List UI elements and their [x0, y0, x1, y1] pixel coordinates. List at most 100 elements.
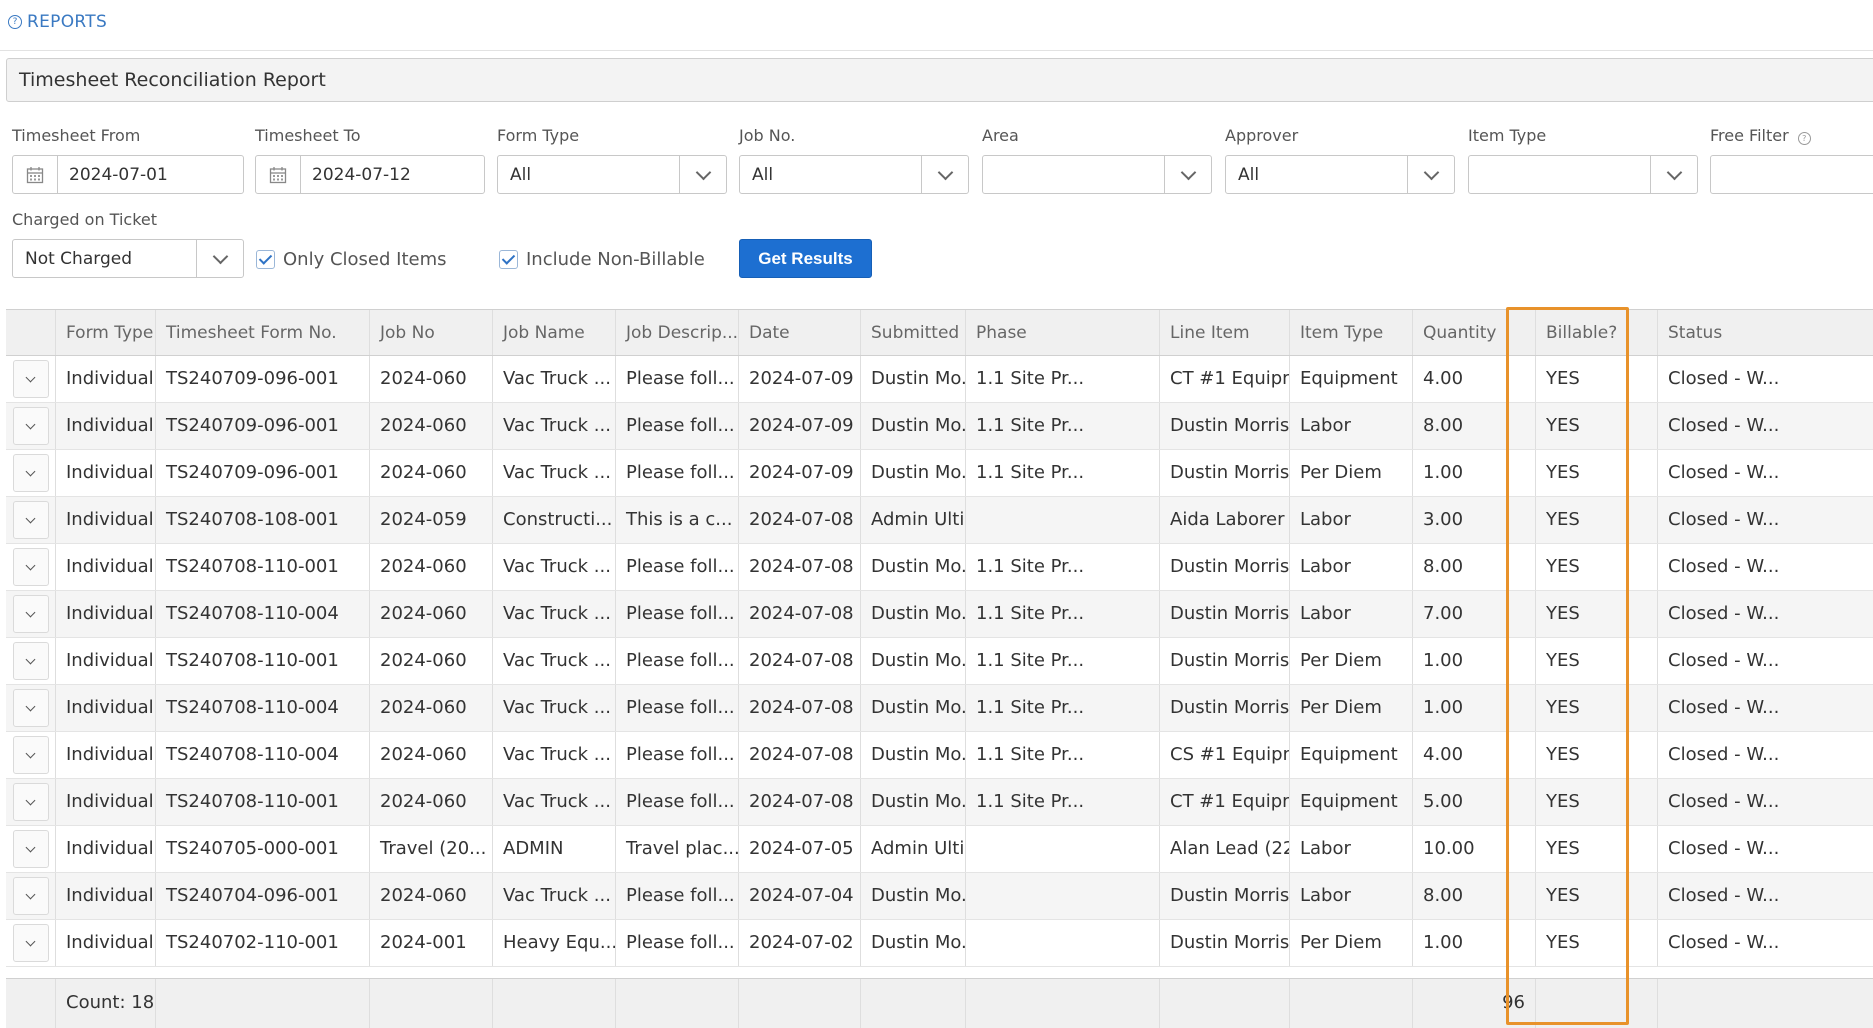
- breadcrumb: ? REPORTS: [8, 12, 107, 32]
- expand-row-button[interactable]: [12, 407, 49, 445]
- cell-form-type: Individual ...: [56, 638, 156, 684]
- column-header-line-item[interactable]: Line Item: [1160, 310, 1290, 355]
- cell-job-no: 2024-060: [370, 403, 493, 449]
- approver-select[interactable]: All: [1225, 155, 1455, 194]
- cell-job-no: Travel (20...: [370, 826, 493, 872]
- cell-item-type: Labor: [1290, 403, 1413, 449]
- column-header-item-type[interactable]: Item Type: [1290, 310, 1413, 355]
- expand-row-button[interactable]: [12, 548, 49, 586]
- cell-phase: 1.1 Site Pr...: [966, 450, 1160, 496]
- job-no-select[interactable]: All: [739, 155, 969, 194]
- table-row[interactable]: Individual ...TS240705-000-001Travel (20…: [6, 826, 1873, 873]
- expand-row-button[interactable]: [12, 830, 49, 868]
- chevron-down-icon[interactable]: [679, 156, 726, 193]
- free-filter-input[interactable]: [1710, 155, 1873, 194]
- cell-job-description: Please foll...: [616, 591, 739, 637]
- cell-submitted-by: Admin Ulti...: [861, 497, 966, 543]
- include-non-billable-option[interactable]: Include Non-Billable: [499, 249, 705, 270]
- checkmark-icon: [258, 251, 273, 265]
- table-row[interactable]: Individual ...TS240709-096-0012024-060Va…: [6, 403, 1873, 450]
- cell-line-item: CT #1 Equipment Desc...: [1160, 779, 1290, 825]
- cell-submitted-by: Dustin Mo...: [861, 403, 966, 449]
- expand-row-button[interactable]: [12, 924, 49, 962]
- expand-row-button[interactable]: [12, 877, 49, 915]
- chevron-down-icon[interactable]: [196, 240, 243, 277]
- column-header-job-no[interactable]: Job No: [370, 310, 493, 355]
- breadcrumb-reports-link[interactable]: REPORTS: [27, 12, 107, 32]
- cell-phase: 1.1 Site Pr...: [966, 638, 1160, 684]
- table-row[interactable]: Individual ...TS240708-110-0042024-060Va…: [6, 732, 1873, 779]
- timesheet-from-field[interactable]: 2024-07-01: [12, 155, 244, 194]
- table-row[interactable]: Individual ...TS240708-108-0012024-059Co…: [6, 497, 1873, 544]
- cell-job-name: Vac Truck ...: [493, 403, 616, 449]
- expand-row-button[interactable]: [12, 783, 49, 821]
- column-header-billable[interactable]: Billable?: [1536, 310, 1658, 355]
- help-circle-icon[interactable]: ?: [1797, 132, 1811, 145]
- column-header-submitted-by[interactable]: Submitted ...: [861, 310, 966, 355]
- cell-phase: 1.1 Site Pr...: [966, 544, 1160, 590]
- row-expander-cell: [6, 920, 56, 966]
- cell-billable: YES: [1536, 920, 1658, 966]
- footer-cell: [966, 979, 1160, 1028]
- table-row[interactable]: Individual ...TS240708-110-0012024-060Va…: [6, 544, 1873, 591]
- cell-status: Closed - W...: [1658, 403, 1873, 449]
- item-type-select[interactable]: [1468, 155, 1698, 194]
- cell-submitted-by: Dustin Mo...: [861, 591, 966, 637]
- timesheet-to-field[interactable]: 2024-07-12: [255, 155, 485, 194]
- column-header-quantity[interactable]: Quantity: [1413, 310, 1536, 355]
- cell-quantity: 1.00: [1413, 920, 1536, 966]
- table-row[interactable]: Individual ...TS240708-110-0042024-060Va…: [6, 685, 1873, 732]
- column-header-status[interactable]: Status: [1658, 310, 1873, 355]
- table-row[interactable]: Individual ...TS240708-110-0042024-060Va…: [6, 591, 1873, 638]
- column-header-date[interactable]: Date: [739, 310, 861, 355]
- cell-line-item: CS #1 Equipment Desc...: [1160, 732, 1290, 778]
- free-filter-label-text: Free Filter: [1710, 126, 1789, 145]
- expand-row-button[interactable]: [12, 595, 49, 633]
- calendar-icon[interactable]: [256, 156, 301, 193]
- table-row[interactable]: Individual ...TS240709-096-0012024-060Va…: [6, 356, 1873, 403]
- expand-row-button[interactable]: [12, 501, 49, 539]
- table-row[interactable]: Individual ...TS240702-110-0012024-001He…: [6, 920, 1873, 967]
- form-type-select[interactable]: All: [497, 155, 727, 194]
- cell-timesheet-form-no: TS240708-108-001: [156, 497, 370, 543]
- expand-row-button[interactable]: [12, 736, 49, 774]
- table-row[interactable]: Individual ...TS240709-096-0012024-060Va…: [6, 450, 1873, 497]
- cell-status: Closed - W...: [1658, 544, 1873, 590]
- chevron-down-icon[interactable]: [1650, 156, 1697, 193]
- cell-job-name: ADMIN: [493, 826, 616, 872]
- help-circle-icon[interactable]: ?: [8, 15, 22, 29]
- only-closed-items-checkbox[interactable]: [256, 250, 275, 269]
- chevron-down-icon[interactable]: [1407, 156, 1454, 193]
- cell-timesheet-form-no: TS240708-110-004: [156, 732, 370, 778]
- charged-on-ticket-select[interactable]: Not Charged: [12, 239, 244, 278]
- cell-job-description: Please foll...: [616, 873, 739, 919]
- expand-row-button[interactable]: [12, 642, 49, 680]
- cell-date: 2024-07-04: [739, 873, 861, 919]
- chevron-down-icon[interactable]: [1164, 156, 1211, 193]
- column-header-phase[interactable]: Phase: [966, 310, 1160, 355]
- cell-job-name: Vac Truck ...: [493, 873, 616, 919]
- column-header-job-description[interactable]: Job Descrip...: [616, 310, 739, 355]
- cell-job-name: Vac Truck ...: [493, 732, 616, 778]
- only-closed-items-option[interactable]: Only Closed Items: [256, 249, 447, 270]
- chevron-down-icon[interactable]: [921, 156, 968, 193]
- cell-line-item: CT #1 Equipment Desc...: [1160, 356, 1290, 402]
- include-non-billable-checkbox[interactable]: [499, 250, 518, 269]
- column-header-job-name[interactable]: Job Name: [493, 310, 616, 355]
- cell-job-no: 2024-060: [370, 732, 493, 778]
- table-row[interactable]: Individual ...TS240708-110-0012024-060Va…: [6, 638, 1873, 685]
- column-header-form-type[interactable]: Form Type: [56, 310, 156, 355]
- timesheet-to-value: 2024-07-12: [312, 165, 411, 185]
- column-header-timesheet-form-no[interactable]: Timesheet Form No.: [156, 310, 370, 355]
- table-row[interactable]: Individual ...TS240708-110-0012024-060Va…: [6, 779, 1873, 826]
- cell-job-no: 2024-060: [370, 638, 493, 684]
- table-row[interactable]: Individual ...TS240704-096-0012024-060Va…: [6, 873, 1873, 920]
- expand-row-button[interactable]: [12, 454, 49, 492]
- cell-timesheet-form-no: TS240704-096-001: [156, 873, 370, 919]
- footer-cell: [1160, 979, 1290, 1028]
- get-results-button[interactable]: Get Results: [739, 239, 872, 278]
- area-select[interactable]: [982, 155, 1212, 194]
- expand-row-button[interactable]: [12, 689, 49, 727]
- expand-row-button[interactable]: [12, 360, 49, 398]
- calendar-icon[interactable]: [13, 156, 58, 193]
